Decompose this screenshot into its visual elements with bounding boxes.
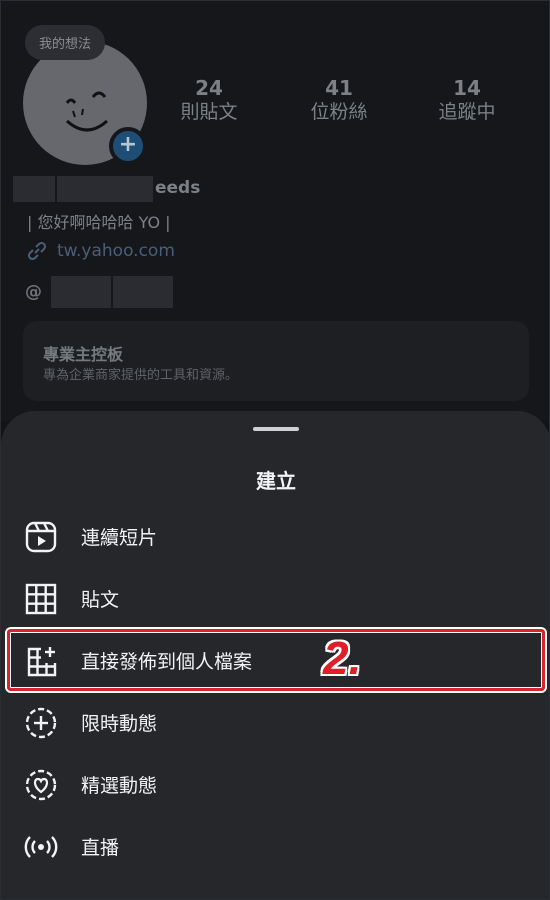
stat-followers-value: 41: [325, 76, 353, 100]
profile-name-visible: eeds: [155, 178, 201, 198]
menu-item-post[interactable]: 貼文: [1, 571, 549, 627]
annotation-step-label: 2.: [323, 632, 362, 684]
note-bubble[interactable]: 我的想法: [25, 25, 106, 60]
profile-bio: | 您好啊哈哈哈 YO |: [27, 213, 171, 232]
stat-followers[interactable]: 41 位粉絲: [289, 77, 389, 125]
story-add-icon: [25, 707, 57, 739]
menu-item-post-label: 貼文: [81, 589, 120, 611]
highlight-heart-icon: [25, 769, 57, 801]
profile-link[interactable]: tw.yahoo.com: [25, 239, 175, 263]
sheet-title: 建立: [256, 469, 296, 493]
redacted-block: [51, 276, 111, 308]
profile-header: 我的想法 + 24 則貼文 41 位粉絲 14 追蹤中 eeds | 您好啊哈哈…: [1, 1, 549, 421]
profile-name: eeds: [13, 176, 213, 204]
menu-item-reels[interactable]: 連續短片: [1, 509, 549, 565]
live-icon: [24, 836, 58, 858]
redacted-block: [113, 276, 173, 308]
menu-item-story[interactable]: 限時動態: [1, 695, 549, 751]
threads-icon: @: [25, 282, 42, 302]
redacted-block: [57, 176, 153, 202]
menu-item-live[interactable]: 直播: [1, 819, 549, 875]
reels-icon: [25, 521, 57, 553]
grid-icon: [25, 583, 57, 615]
stat-following[interactable]: 14 追蹤中: [417, 77, 517, 125]
menu-item-highlights[interactable]: 精選動態: [1, 757, 549, 813]
stat-posts-value: 24: [195, 76, 223, 100]
stat-followers-label: 位粉絲: [310, 101, 368, 123]
menu-item-live-label: 直播: [81, 837, 120, 859]
menu-item-highlights-label: 精選動態: [81, 775, 158, 797]
link-icon: [27, 241, 47, 261]
stat-following-value: 14: [453, 76, 481, 100]
stat-posts-label: 則貼文: [180, 101, 238, 123]
sheet-drag-handle[interactable]: [253, 427, 299, 431]
stat-posts[interactable]: 24 則貼文: [159, 77, 259, 125]
dashboard-title: 專業主控板: [43, 345, 124, 364]
add-story-icon[interactable]: +: [109, 127, 147, 165]
screen: 我的想法 + 24 則貼文 41 位粉絲 14 追蹤中 eeds | 您好啊哈哈…: [0, 0, 550, 900]
professional-dashboard-card[interactable]: 專業主控板 專為企業商家提供的工具和資源。: [23, 321, 529, 401]
stat-following-label: 追蹤中: [438, 101, 496, 123]
dashboard-subtitle: 專為企業商家提供的工具和資源。: [43, 368, 239, 383]
profile-link-text: tw.yahoo.com: [57, 241, 175, 261]
redacted-block: [13, 176, 55, 202]
menu-item-story-label: 限時動態: [81, 713, 158, 735]
annotation-highlight-box: [7, 629, 545, 691]
menu-item-reels-label: 連續短片: [81, 527, 158, 549]
